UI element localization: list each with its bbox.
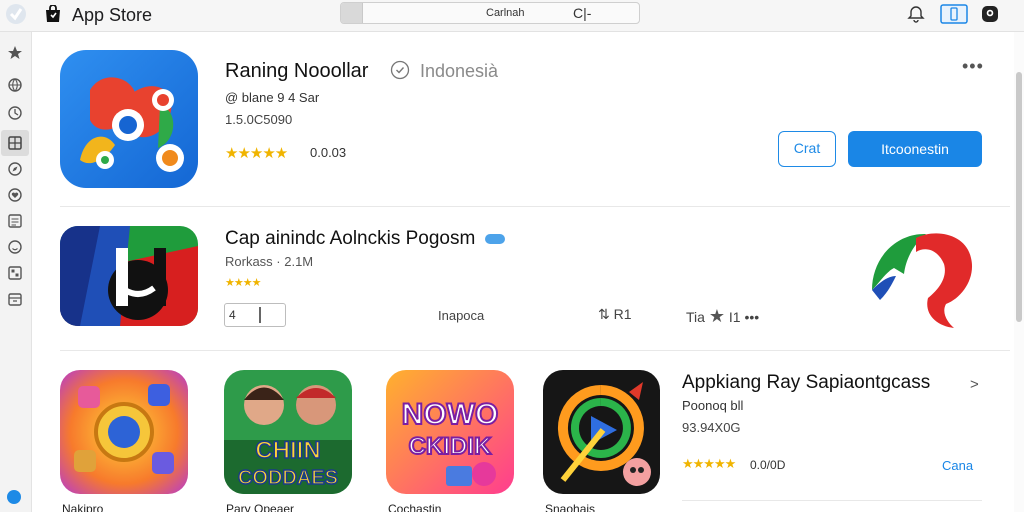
app-tile-3-text-line2: CKIDIK <box>409 433 492 460</box>
row2-app-title[interactable]: Cap ainindc Aolnckis Pogosm <box>225 228 475 250</box>
row2-stat: ⇅ R1 <box>598 306 632 322</box>
profile-icon[interactable] <box>980 4 1000 24</box>
app-tile-4-label[interactable]: Snaohais <box>545 502 595 512</box>
row2-field-text: 4 <box>229 308 236 322</box>
featured-meta: @ blane 9 4 Sar <box>225 90 320 105</box>
app-tile-2[interactable]: CHIIN CODDAES <box>224 370 352 494</box>
row2-stat2-suffix: I1 <box>728 309 741 325</box>
search-label: Carlnah <box>486 7 525 19</box>
app-tile-2-text-line1: CHIIN <box>255 437 320 464</box>
row3-app-title[interactable]: Appkiang Ray Sapiaontgcass <box>682 372 930 394</box>
app-tile-4[interactable] <box>543 370 660 494</box>
row3-action-link[interactable]: Cana <box>942 458 973 473</box>
window-title: App Store <box>72 5 153 25</box>
app-logo <box>6 4 26 24</box>
search-right-label: C|- <box>573 5 592 21</box>
app-tile-2-text-line2: CODDAES <box>238 467 338 489</box>
compass-icon[interactable] <box>6 160 24 178</box>
chevron-right-icon[interactable]: > <box>970 376 979 393</box>
app-tile-3[interactable]: NOWO CKIDIK <box>386 370 514 494</box>
clock-icon[interactable] <box>6 104 24 122</box>
row2-badge <box>485 234 505 244</box>
star-icon: ★ <box>708 306 725 326</box>
row2-stat-secondary: Tia ★ I1 ••• <box>686 306 759 327</box>
primary-action-button[interactable]: Itcoonestin <box>848 131 982 167</box>
sidebar <box>0 32 32 512</box>
grid-icon[interactable] <box>6 134 24 152</box>
sidebar-toggle-icon[interactable] <box>940 4 968 24</box>
star-icon[interactable] <box>6 44 24 62</box>
status-dot[interactable] <box>7 490 21 504</box>
list-icon[interactable] <box>6 212 24 230</box>
row3-star-rating: ★★★★★ <box>682 456 736 471</box>
section-divider <box>60 350 1010 351</box>
app-tile-3-label[interactable]: Cochastin <box>388 502 441 512</box>
title-bar: App Store Carlnah C|- <box>0 0 1024 32</box>
row2-tag: Inapoca <box>438 308 485 323</box>
scrollbar[interactable] <box>1016 72 1022 322</box>
section-divider <box>60 206 1010 207</box>
row2-logo-icon[interactable] <box>866 228 978 330</box>
featured-app-icon[interactable] <box>60 50 198 188</box>
row3-meta-1: Poonoq bll <box>682 398 744 413</box>
app-store-bag-icon <box>46 5 60 22</box>
featured-star-rating: ★★★★★ <box>225 145 288 162</box>
app-tile-3-text-line1: NOWO <box>402 398 499 431</box>
row3-rating-value: 0.0/0D <box>750 458 786 472</box>
more-dots-icon[interactable]: ••• <box>744 309 759 325</box>
verified-badge-icon <box>390 60 410 80</box>
globe-icon[interactable] <box>6 76 24 94</box>
search-field[interactable]: Carlnah C|- <box>340 2 640 24</box>
more-options-icon[interactable]: ••• <box>962 56 984 77</box>
row2-input-field[interactable]: 4 <box>224 303 286 327</box>
app-tile-1[interactable] <box>60 370 188 494</box>
app-tile-2-label[interactable]: Pary Opeaer <box>226 502 294 512</box>
heart-icon[interactable] <box>6 186 24 204</box>
featured-rating-value: 0.0.03 <box>310 145 347 160</box>
app-tile-1-label[interactable]: Nakipro <box>62 502 103 512</box>
section-divider <box>682 500 982 501</box>
box-icon[interactable] <box>6 290 24 308</box>
row2-app-icon[interactable] <box>60 226 198 326</box>
featured-app-name[interactable]: Raning Nooollar <box>225 60 368 83</box>
search-segment[interactable] <box>341 3 363 23</box>
row3-meta-2: 93.94X0G <box>682 420 741 435</box>
featured-number: 1.5.0C5090 <box>225 112 293 127</box>
row2-meta: Rorkass · 2.1M <box>225 254 314 269</box>
text-cursor <box>259 307 261 323</box>
bell-icon[interactable] <box>906 4 926 24</box>
apps-icon[interactable] <box>6 264 24 282</box>
secondary-action-button[interactable]: Crat <box>778 131 836 167</box>
row2-stat2-text: Tia <box>686 309 705 325</box>
featured-region: Indonesià <box>420 61 499 81</box>
row2-star-rating: ★★★★ <box>225 277 261 289</box>
smile-icon[interactable] <box>6 238 24 256</box>
